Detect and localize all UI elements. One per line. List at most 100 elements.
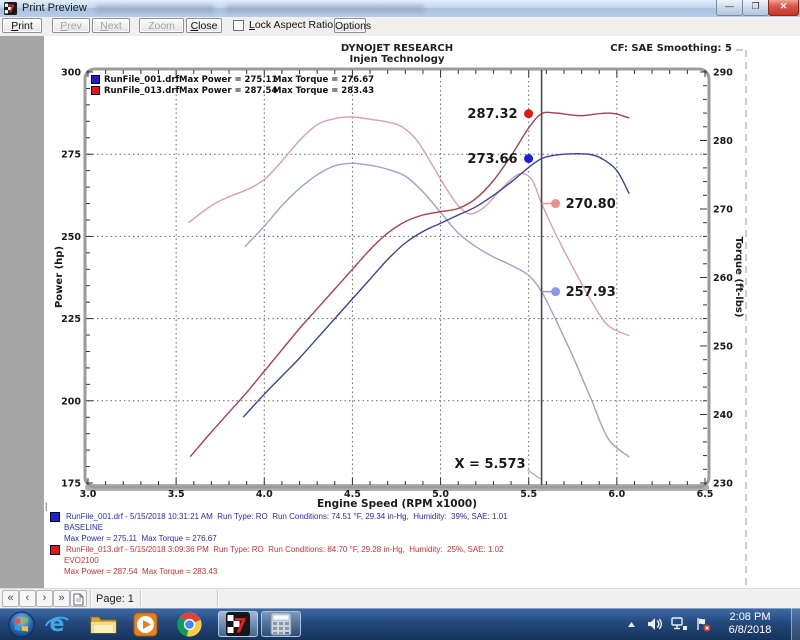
- page-number-label: Page: 1: [96, 593, 134, 605]
- lock-aspect-ratio-checkbox[interactable]: [233, 20, 244, 31]
- svg-text:250: 250: [713, 342, 733, 353]
- run-swatch-blue: [50, 512, 60, 522]
- text-caret-mark: |: [45, 501, 47, 511]
- prev-page-button[interactable]: Prev: [52, 18, 90, 33]
- tray-network[interactable]: [670, 616, 688, 632]
- ylabel-right: Torque (ft-lbs): [733, 237, 744, 318]
- xlabel: Engine Speed (RPM x1000): [317, 498, 477, 510]
- ylabel-left: Power (hp): [54, 246, 65, 308]
- chevron-up-icon: [627, 621, 636, 628]
- status-bar: « ‹ › » Page: 1: [0, 588, 800, 609]
- svg-text:300: 300: [61, 68, 81, 79]
- svg-text:5.5: 5.5: [520, 489, 537, 500]
- windows-start-icon: [8, 611, 35, 638]
- legend-max-power: Max Power = 287.54: [179, 86, 273, 96]
- axis-ticks: [86, 70, 707, 485]
- taskbar-calculator[interactable]: [261, 611, 301, 637]
- prev-page-nav-button[interactable]: ‹: [19, 590, 36, 607]
- blurred-title-text: [225, 5, 425, 13]
- svg-text:260: 260: [713, 273, 733, 284]
- dynojet-winpep-icon: 7: [226, 612, 250, 636]
- start-button[interactable]: [4, 611, 38, 637]
- cursor-label-leader: [528, 470, 541, 479]
- print-button[interactable]: Print: [2, 18, 42, 33]
- cursor-annotation-torque_baseline: 257.93: [542, 285, 616, 300]
- run-name: BASELINE: [64, 522, 750, 533]
- marker-dot: [524, 109, 533, 118]
- svg-text:280: 280: [713, 136, 733, 147]
- taskbar-media-player[interactable]: [128, 611, 162, 637]
- page-setup-button[interactable]: [70, 590, 87, 607]
- options-button[interactable]: Options: [334, 18, 366, 33]
- close-window-button[interactable]: ✕: [768, 0, 799, 16]
- next-page-nav-button[interactable]: ›: [36, 590, 53, 607]
- taskbar-chrome[interactable]: [172, 611, 206, 637]
- svg-text:270: 270: [713, 205, 733, 216]
- svg-text:175: 175: [61, 479, 81, 490]
- curve-power_evo2100: [190, 112, 629, 456]
- tray-clock[interactable]: 2:08 PM 6/8/2018: [718, 611, 782, 637]
- calculator-icon: [270, 612, 292, 636]
- svg-text:4.0: 4.0: [256, 489, 273, 500]
- svg-text:270.80: 270.80: [566, 197, 616, 212]
- folder-icon: [90, 613, 117, 635]
- svg-text:250: 250: [61, 232, 81, 243]
- taskbar-file-explorer[interactable]: [86, 611, 120, 637]
- windows-taskbar: e 7: [0, 608, 800, 640]
- legend-file: RunFile_001.drf: [104, 75, 179, 85]
- tray-action-center[interactable]: [694, 616, 712, 632]
- cursor-annotation-power_baseline: 273.66: [467, 152, 533, 167]
- cursor-x-label: X = 5.573: [454, 457, 525, 472]
- svg-text:225: 225: [61, 314, 81, 325]
- restore-button[interactable]: ❐: [742, 0, 769, 16]
- zoom-out-button[interactable]: Zoom Out: [139, 18, 184, 33]
- run-name: EVO2100: [64, 555, 750, 566]
- last-page-button[interactable]: »: [53, 590, 70, 607]
- cursor-annotation-power_evo2100: 287.32: [467, 107, 533, 122]
- preview-page: 1752002252502753002302402502602702802903…: [0, 36, 800, 588]
- statusbar-separator: [90, 590, 91, 607]
- statusbar-separator: [217, 590, 218, 607]
- legend-swatch-blue: [91, 75, 100, 84]
- next-page-button[interactable]: Next: [92, 18, 130, 33]
- media-player-icon: [133, 612, 158, 637]
- internet-explorer-icon: e: [44, 611, 70, 637]
- chart-grid: [88, 72, 705, 483]
- taskbar-dynojet-winpep-active[interactable]: 7: [218, 611, 258, 637]
- marker-dot: [524, 154, 533, 163]
- close-preview-button[interactable]: Close: [186, 18, 222, 33]
- dyno-chart[interactable]: 1752002252502753002302402502602702802903…: [0, 36, 800, 588]
- network-icon: [671, 617, 688, 631]
- run-conditions-line: RunFile_001.drf - 5/15/2018 10:31:21 AM …: [66, 511, 508, 522]
- lock-aspect-ratio-label: Lock Aspect Ratio: [249, 19, 333, 31]
- minimize-button[interactable]: —: [716, 0, 743, 16]
- svg-text:273.66: 273.66: [467, 152, 517, 167]
- axis-tick-labels: 1752002252502753002302402502602702802903…: [61, 68, 733, 501]
- tray-show-hidden-icons[interactable]: [622, 616, 640, 632]
- window-title: Print Preview: [22, 2, 87, 14]
- show-desktop-button[interactable]: [791, 608, 800, 640]
- clock-date: 6/8/2018: [718, 624, 782, 637]
- svg-text:6.5: 6.5: [697, 489, 714, 500]
- legend-row: RunFile_013.drf Max Power = 287.54 Max T…: [91, 85, 374, 96]
- legend-max-power: Max Power = 275.11: [179, 75, 273, 85]
- statusbar-separator: [140, 590, 141, 607]
- legend-max-torque: Max Torque = 283.43: [273, 86, 374, 96]
- svg-text:290: 290: [713, 68, 733, 79]
- report-correction-smoothing: CF: SAE Smoothing: 5: [610, 43, 732, 54]
- taskbar-internet-explorer[interactable]: e: [40, 611, 74, 637]
- run-max-values: Max Power = 275.11 Max Torque = 276.67: [64, 533, 750, 544]
- svg-text:6.0: 6.0: [608, 489, 625, 500]
- dynojet-app-icon: 7: [4, 2, 17, 15]
- first-page-button[interactable]: «: [2, 590, 19, 607]
- report-header-line2: Injen Technology: [86, 54, 708, 65]
- tray-volume[interactable]: [646, 616, 664, 632]
- close-icon: ✕: [769, 0, 798, 13]
- clock-time: 2:08 PM: [718, 611, 782, 624]
- run-info-evo2100: RunFile_013.drf - 5/15/2018 3:09:36 PM R…: [50, 544, 750, 577]
- svg-text:257.93: 257.93: [566, 285, 616, 300]
- chart-legend: RunFile_001.drf Max Power = 275.11 Max T…: [91, 74, 374, 96]
- print-preview-toolbar: Print Prev Next Zoom Out Close Lock Aspe…: [0, 17, 800, 37]
- minimize-icon: —: [717, 0, 742, 13]
- svg-text:240: 240: [713, 410, 733, 421]
